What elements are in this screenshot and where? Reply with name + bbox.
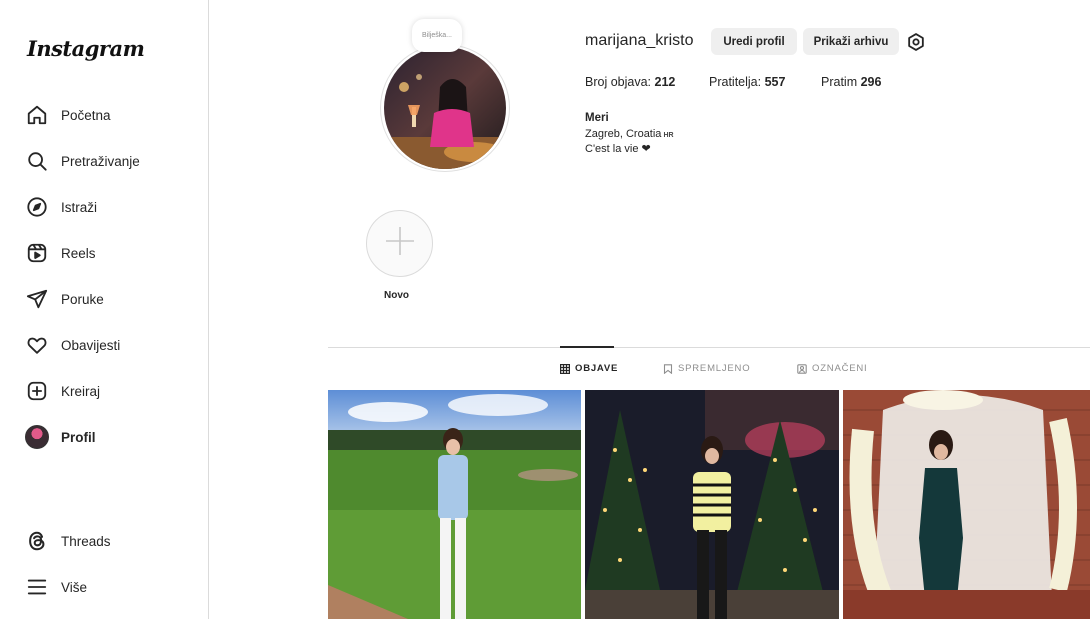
sidebar-item-reels[interactable]: Reels bbox=[24, 238, 194, 268]
tagged-user-icon bbox=[797, 363, 807, 374]
edit-profile-button[interactable]: Uredi profil bbox=[711, 28, 797, 55]
tabs-divider bbox=[328, 347, 1090, 348]
sidebar-item-label: Obavijesti bbox=[61, 337, 121, 353]
bio-name: Meri bbox=[585, 112, 609, 124]
create-plus-icon bbox=[24, 378, 50, 404]
messages-send-icon bbox=[24, 286, 50, 312]
sidebar-item-label: Kreiraj bbox=[61, 383, 101, 399]
reels-icon bbox=[24, 240, 50, 266]
post-thumbnail[interactable] bbox=[328, 390, 581, 619]
sidebar-item-label: Istraži bbox=[61, 199, 98, 215]
sidebar-item-more[interactable]: Više bbox=[24, 572, 194, 602]
bio-tagline: C'est la vie ❤ bbox=[585, 143, 651, 155]
sidebar-item-label: Početna bbox=[61, 107, 111, 123]
sidebar-item-create[interactable]: Kreiraj bbox=[24, 376, 194, 406]
sidebar-item-label: Threads bbox=[61, 533, 111, 549]
sidebar-item-threads[interactable]: Threads bbox=[24, 526, 194, 556]
bookmark-icon bbox=[663, 363, 673, 374]
new-highlight-button[interactable] bbox=[366, 210, 433, 277]
active-tab-indicator bbox=[560, 346, 614, 348]
post-thumbnail[interactable] bbox=[843, 390, 1090, 619]
sidebar-item-explore[interactable]: Istraži bbox=[24, 192, 194, 222]
tab-tagged[interactable]: OZNAČENI bbox=[797, 363, 868, 374]
tab-posts[interactable]: OBJAVE bbox=[560, 363, 618, 374]
threads-icon bbox=[24, 528, 50, 554]
search-icon bbox=[24, 148, 50, 174]
bio-location: Zagreb, Croatia HR bbox=[585, 128, 674, 140]
profile-avatar bbox=[24, 424, 50, 450]
following-count[interactable]: Pratim 296 bbox=[821, 75, 881, 89]
menu-icon bbox=[24, 574, 50, 600]
sidebar-item-messages[interactable]: Poruke bbox=[24, 284, 194, 314]
new-highlight-label: Novo bbox=[384, 290, 409, 301]
instagram-profile-page: Instagram Početna Pretraživanje Istraži … bbox=[0, 0, 1090, 619]
sidebar-item-label: Reels bbox=[61, 245, 96, 261]
sidebar-item-profile[interactable]: Profil bbox=[24, 422, 194, 452]
profile-picture[interactable] bbox=[380, 44, 510, 172]
country-code: HR bbox=[663, 132, 674, 139]
sidebar-item-label: Poruke bbox=[61, 291, 104, 307]
sidebar: Instagram Početna Pretraživanje Istraži … bbox=[0, 0, 209, 619]
sidebar-item-label: Više bbox=[61, 579, 88, 595]
grid-icon bbox=[560, 363, 570, 374]
profile-photo bbox=[384, 47, 506, 169]
sidebar-item-label: Pretraživanje bbox=[61, 153, 140, 169]
sidebar-item-label: Profil bbox=[61, 429, 96, 445]
settings-gear-icon[interactable] bbox=[905, 31, 927, 53]
followers-count[interactable]: Pratitelja: 557 bbox=[709, 75, 785, 89]
view-archive-button[interactable]: Prikaži arhivu bbox=[803, 28, 899, 55]
instagram-logo[interactable]: Instagram bbox=[27, 36, 145, 61]
plus-icon bbox=[383, 224, 417, 263]
sidebar-item-notifications[interactable]: Obavijesti bbox=[24, 330, 194, 360]
sidebar-item-search[interactable]: Pretraživanje bbox=[24, 146, 194, 176]
posts-count: Broj objava: 212 bbox=[585, 75, 676, 89]
home-icon bbox=[24, 102, 50, 128]
tab-saved[interactable]: SPREMLJENO bbox=[663, 363, 750, 374]
sidebar-item-home[interactable]: Početna bbox=[24, 100, 194, 130]
note-bubble[interactable]: Bilješka... bbox=[412, 19, 462, 52]
profile-username: marijana_kristo bbox=[585, 32, 694, 49]
explore-compass-icon bbox=[24, 194, 50, 220]
heart-icon bbox=[24, 332, 50, 358]
post-thumbnail[interactable] bbox=[585, 390, 839, 619]
